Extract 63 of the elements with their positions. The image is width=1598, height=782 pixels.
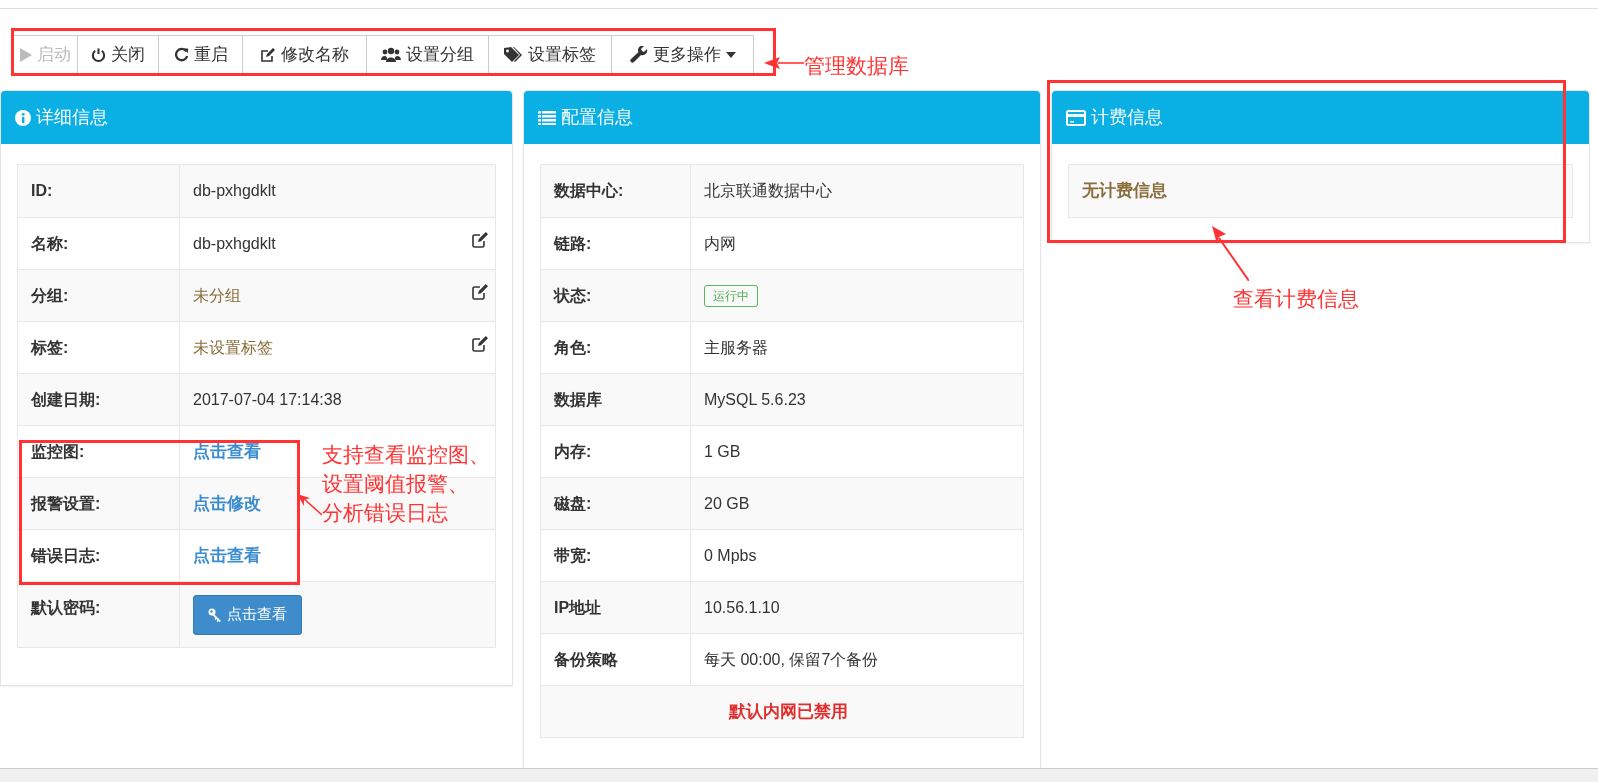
field-label: 状态: <box>554 285 592 306</box>
field-label: 报警设置: <box>31 493 101 514</box>
view-link[interactable]: 点击查看 <box>193 438 261 465</box>
empty-message: 无计费信息 <box>1082 180 1167 203</box>
annotation-text: 查看计费信息 <box>1233 286 1359 312</box>
field-label: 标签: <box>31 337 69 358</box>
field-label: ID: <box>31 181 53 201</box>
field-value: 20 GB <box>704 493 750 514</box>
annotation-text: 支持查看监控图、设置阈值报警、分析错误日志 <box>322 442 490 526</box>
field-label: 监控图: <box>31 441 85 462</box>
field-label: 链路: <box>554 233 592 254</box>
play-icon <box>19 48 32 62</box>
field-value: 2017-07-04 17:14:38 <box>193 389 342 410</box>
field-label: 错误日志: <box>31 545 101 566</box>
field-label: IP地址 <box>554 597 602 618</box>
field-value: 0 Mpbs <box>704 545 757 566</box>
field-value: 内网 <box>704 233 736 254</box>
field-label: 角色: <box>554 337 592 358</box>
view-link[interactable]: 点击查看 <box>193 542 261 569</box>
wrench-icon <box>629 46 648 64</box>
field-label: 名称: <box>31 233 69 254</box>
field-value: MySQL 5.6.23 <box>704 389 806 410</box>
field-label: 数据库 <box>554 389 602 410</box>
field-value: db-pxhgdklt <box>193 181 276 201</box>
panel-title: 详细信息 <box>36 106 108 129</box>
edit-icon[interactable] <box>472 232 489 248</box>
field-value: 未设置标签 <box>193 337 273 358</box>
field-label: 创建日期: <box>31 389 101 410</box>
status-badge: 运行中 <box>704 284 758 307</box>
annotation-arrow <box>764 57 804 69</box>
field-value: 北京联通数据中心 <box>704 181 832 201</box>
edit-icon <box>260 47 276 63</box>
users-icon <box>381 47 401 63</box>
power-icon <box>91 47 106 63</box>
panel-title: 计费信息 <box>1091 106 1163 129</box>
field-label: 带宽: <box>554 545 592 566</box>
edit-icon[interactable] <box>472 336 489 352</box>
refresh-icon <box>173 47 189 63</box>
field-label: 数据中心: <box>554 181 624 201</box>
annotation-arrow <box>1211 226 1249 281</box>
field-label: 内存: <box>554 441 592 462</box>
field-value: 主服务器 <box>704 337 768 358</box>
field-value: 1 GB <box>704 441 741 462</box>
field-value: 每天 00:00, 保留7个备份 <box>704 649 879 670</box>
notice-text: 默认内网已禁用 <box>729 700 848 723</box>
field-value: db-pxhgdklt <box>193 233 276 254</box>
view-password-button[interactable]: 点击查看 <box>193 594 302 635</box>
field-label: 分组: <box>31 285 69 306</box>
key-icon <box>208 607 222 622</box>
field-value: 未分组 <box>193 285 241 306</box>
edit-icon[interactable] <box>472 284 489 300</box>
tags-icon <box>504 47 523 63</box>
toolbar-button[interactable]: 更多操作 <box>611 35 754 75</box>
field-label: 默认密码: <box>31 598 101 618</box>
field-label: 磁盘: <box>554 493 592 514</box>
list-icon <box>538 110 556 125</box>
info-icon <box>15 109 31 126</box>
field-value: 10.56.1.10 <box>704 597 780 618</box>
annotation-arrow <box>297 494 322 516</box>
field-label: 备份策略 <box>554 649 618 670</box>
credit-card-icon <box>1066 109 1086 126</box>
annotation-text: 管理数据库 <box>804 53 909 79</box>
panel-title: 配置信息 <box>561 106 633 129</box>
